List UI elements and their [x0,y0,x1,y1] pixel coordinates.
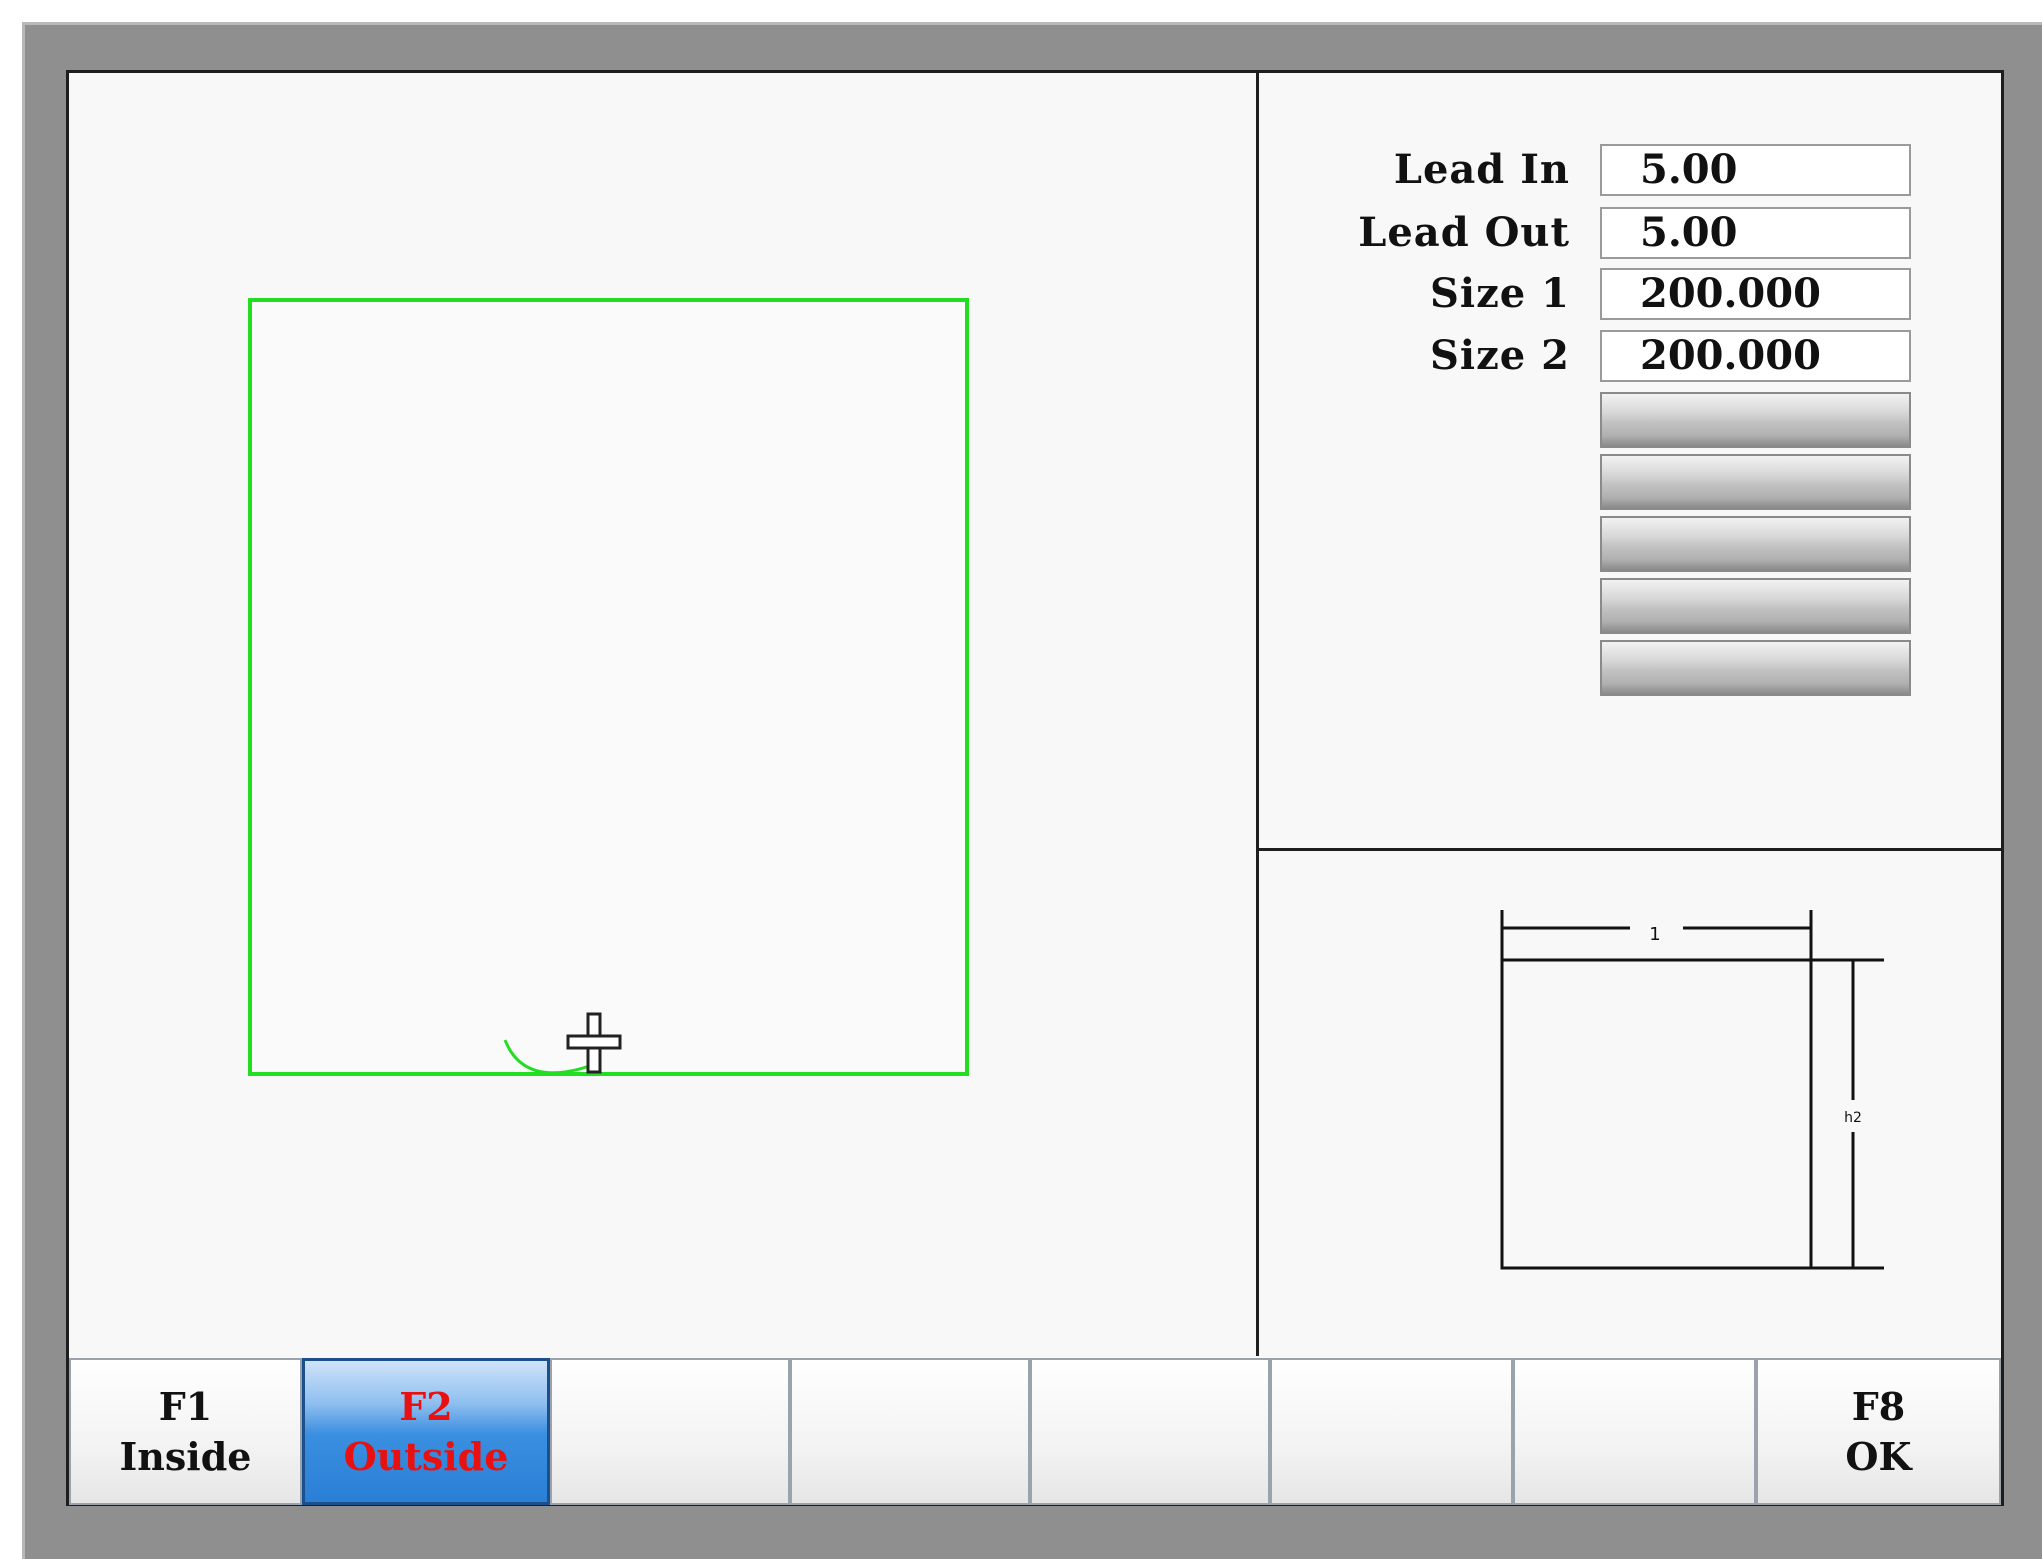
f6-button[interactable] [1270,1358,1513,1505]
f2-outside-button[interactable]: F2 Outside [302,1358,550,1505]
fkey-label: Outside [343,1433,509,1479]
f5-button[interactable] [1030,1358,1270,1505]
f3-button[interactable] [550,1358,790,1505]
fkey-label: Inside [119,1433,252,1479]
f7-button[interactable] [1513,1358,1756,1505]
dimension-diagram: 1 h2 [1500,910,1884,1270]
f1-inside-button[interactable]: F1 Inside [69,1358,302,1505]
diagram-square [1500,958,1813,1270]
dim-label-height: h2 [1844,1110,1862,1126]
f8-ok-button[interactable]: F8 OK [1756,1358,2001,1505]
fkey-code: F2 [399,1383,453,1429]
fkey-code: F8 [1851,1383,1906,1429]
fkey-code: F1 [158,1383,213,1429]
fkey-label: OK [1845,1433,1912,1479]
dim-label-width: 1 [1649,924,1660,945]
f4-button[interactable] [790,1358,1030,1505]
